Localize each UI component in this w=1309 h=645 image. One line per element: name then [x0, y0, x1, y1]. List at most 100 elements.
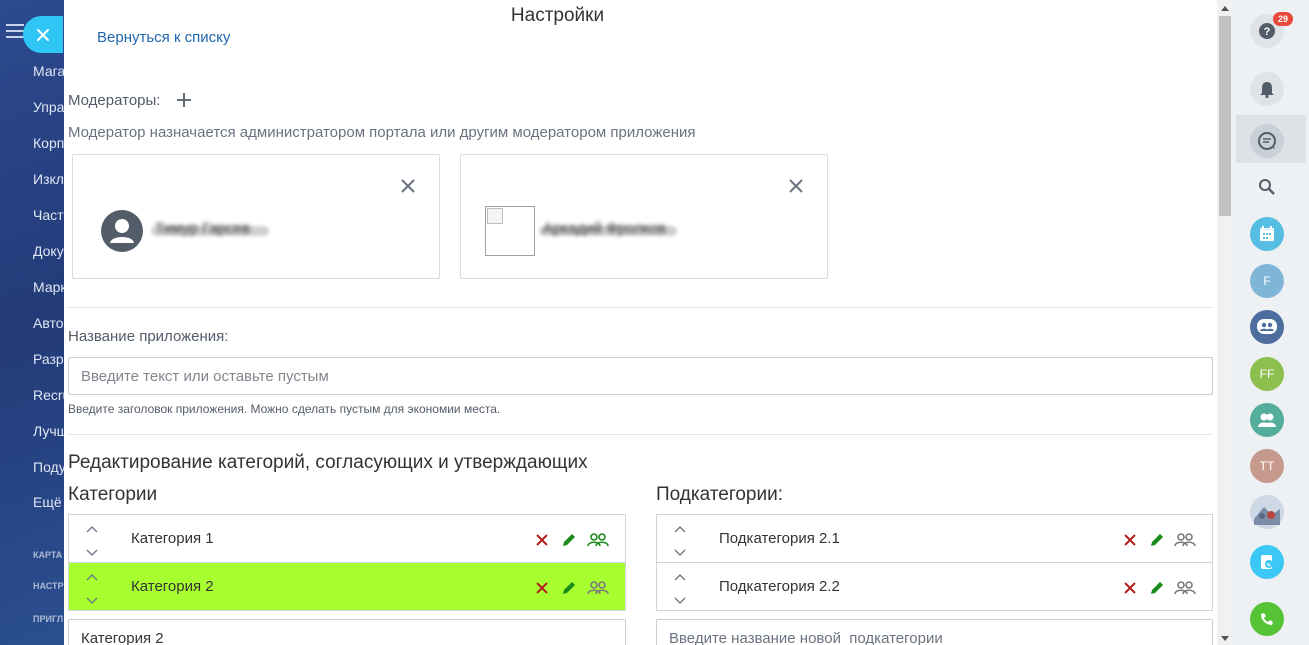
left-sidebar: Мага Упра Корп Изкл Част Доку Марк Авто …	[0, 0, 64, 645]
subcategory-row[interactable]: Подкатегория 2.1	[656, 514, 1213, 563]
divider	[68, 434, 1212, 435]
telephony-button[interactable]	[1250, 545, 1284, 579]
move-down-icon[interactable]	[85, 548, 99, 558]
sidebar-item[interactable]: Разр	[33, 351, 64, 367]
phone-icon	[1261, 613, 1273, 625]
messenger-button[interactable]	[1250, 124, 1284, 158]
back-to-list-link[interactable]: Вернуться к списку	[97, 29, 230, 46]
section-title: Редактирование категорий, согласующих и …	[68, 452, 588, 473]
reorder-arrows	[673, 569, 687, 605]
remove-moderator-icon[interactable]	[399, 177, 417, 195]
sidebar-item[interactable]: Марк	[33, 279, 64, 295]
sidebar-section[interactable]: НАСТР	[33, 581, 64, 591]
sidebar-item[interactable]: Изкл	[33, 171, 64, 187]
sidebar-item[interactable]: Корп	[33, 135, 64, 151]
categories-list: Категория 1 Категория 2	[68, 514, 626, 611]
scroll-down-icon[interactable]	[1221, 636, 1229, 642]
call-button[interactable]	[1250, 602, 1284, 636]
moderator-name[interactable]: Аркадий Фролков	[543, 220, 666, 237]
user-avatar-tt[interactable]: TT	[1250, 449, 1284, 483]
users-icon	[1258, 413, 1276, 427]
scroll-up-icon[interactable]	[1221, 5, 1229, 11]
sidebar-section[interactable]: КАРТА	[33, 550, 62, 560]
moderator-card: Тимур Гарсев	[72, 154, 440, 279]
delete-icon[interactable]	[533, 531, 551, 549]
sidebar-item[interactable]: Доку	[33, 243, 64, 259]
group-chat-button[interactable]	[1250, 310, 1284, 344]
scrollbar-thumb[interactable]	[1219, 16, 1231, 216]
sidebar-item[interactable]: Част	[33, 207, 64, 223]
sidebar-item-more[interactable]: Ещё	[33, 494, 62, 510]
move-down-icon[interactable]	[85, 596, 99, 606]
user-avatar-ff[interactable]: FF	[1250, 357, 1284, 391]
delete-icon[interactable]	[1121, 579, 1139, 597]
category-label: Категория 1	[131, 530, 214, 547]
bell-icon	[1260, 82, 1274, 98]
reorder-arrows	[85, 569, 99, 605]
category-name-input[interactable]	[68, 619, 626, 645]
settings-panel: Настройки Вернуться к списку Модераторы:…	[64, 0, 1217, 645]
reorder-arrows	[85, 521, 99, 557]
close-slider-button[interactable]	[23, 16, 63, 53]
approvers-group-icon[interactable]	[587, 579, 609, 597]
approvers-group-icon[interactable]	[1174, 579, 1196, 597]
moderator-name[interactable]: Тимур Гарсев	[155, 220, 250, 237]
subcategory-row[interactable]: Подкатегория 2.2	[656, 562, 1213, 611]
right-portal-bar: ? 29 F FF TT	[1233, 0, 1309, 645]
page-scrollbar[interactable]	[1217, 0, 1233, 645]
broken-avatar-image	[485, 206, 535, 256]
calendar-button[interactable]	[1250, 217, 1284, 251]
delete-icon[interactable]	[533, 579, 551, 597]
svg-text:?: ?	[1264, 26, 1271, 38]
sidebar-item[interactable]: Авто	[33, 315, 64, 331]
photo-avatar-icon	[1250, 495, 1284, 529]
sidebar-item[interactable]: Лучш	[33, 423, 64, 439]
close-icon	[37, 28, 49, 41]
move-up-icon[interactable]	[85, 572, 99, 582]
sidebar-item[interactable]: Упра	[33, 99, 64, 115]
search-button[interactable]	[1250, 170, 1284, 204]
reorder-arrows	[673, 521, 687, 557]
category-row-selected[interactable]: Категория 2	[68, 562, 626, 611]
approvers-group-icon[interactable]	[1174, 531, 1196, 549]
move-up-icon[interactable]	[673, 572, 687, 582]
subcategories-title: Подкатегории:	[656, 484, 783, 505]
category-label: Категория 2	[131, 578, 214, 595]
moderators-label: Модераторы:	[68, 92, 161, 109]
move-down-icon[interactable]	[673, 596, 687, 606]
user-avatar-icon	[101, 210, 143, 252]
edit-pencil-icon[interactable]	[560, 531, 578, 549]
notifications-button[interactable]	[1250, 72, 1284, 106]
sidebar-item[interactable]: Мага	[33, 63, 64, 79]
calendar-icon	[1260, 226, 1274, 241]
delete-icon[interactable]	[1121, 531, 1139, 549]
menu-icon[interactable]	[6, 24, 24, 38]
category-row[interactable]: Категория 1	[68, 514, 626, 563]
edit-pencil-icon[interactable]	[1148, 531, 1166, 549]
sidebar-section[interactable]: ПРИГЛ	[33, 614, 63, 624]
edit-pencil-icon[interactable]	[560, 579, 578, 597]
app-name-input[interactable]	[68, 357, 1213, 395]
move-up-icon[interactable]	[673, 524, 687, 534]
sidebar-item[interactable]: Recru	[33, 387, 64, 403]
new-subcategory-input[interactable]	[656, 619, 1213, 645]
help-icon: ?	[1259, 23, 1275, 39]
remove-moderator-icon[interactable]	[787, 177, 805, 195]
move-up-icon[interactable]	[85, 524, 99, 534]
add-moderator-icon[interactable]	[175, 91, 193, 109]
approvers-group-icon[interactable]	[587, 531, 609, 549]
page-title: Настройки	[510, 5, 605, 26]
app-name-hint: Введите заголовок приложения. Можно сдел…	[68, 402, 501, 416]
categories-title: Категории	[68, 484, 158, 505]
moderator-card: Аркадий Фролков	[460, 154, 828, 279]
subcategories-list: Подкатегория 2.1 Подкатегория 2.2	[656, 514, 1213, 611]
search-icon	[1259, 179, 1275, 195]
edit-pencil-icon[interactable]	[1148, 579, 1166, 597]
subcategory-label: Подкатегория 2.2	[719, 578, 840, 595]
move-down-icon[interactable]	[673, 548, 687, 558]
contacts-button[interactable]	[1250, 403, 1284, 437]
user-avatar-f[interactable]: F	[1250, 264, 1284, 298]
user-photo-avatar[interactable]	[1250, 495, 1284, 529]
sidebar-item[interactable]: Поду	[33, 459, 64, 475]
chat-icon	[1258, 132, 1276, 150]
